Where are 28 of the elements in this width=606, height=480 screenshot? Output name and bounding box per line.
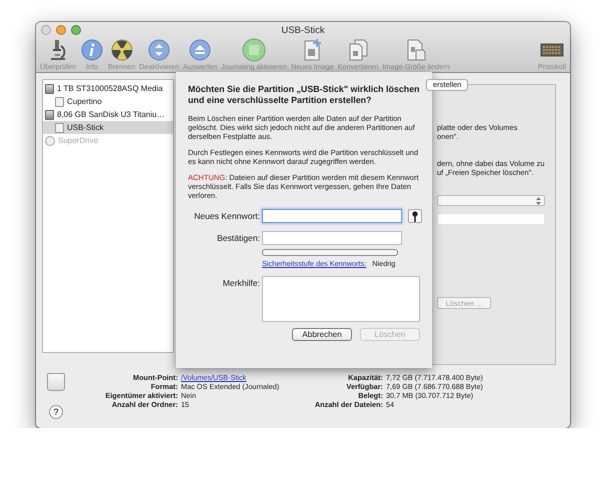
password-field[interactable] — [262, 209, 402, 223]
disc-icon — [242, 38, 266, 62]
key-button[interactable] — [408, 209, 422, 223]
sidebar-item[interactable]: 8,06 GB SanDisk U3 Titaniu… — [43, 108, 173, 121]
help-button[interactable]: ? — [49, 405, 63, 419]
eject-icon — [188, 38, 212, 62]
field-label: Merkhilfe: — [222, 277, 260, 290]
sidebar-item[interactable]: 1 TB ST31000528ASQ Media — [43, 82, 173, 95]
zoom-icon[interactable] — [71, 25, 81, 35]
hint-field[interactable] — [262, 276, 420, 322]
field-label: Bestätigen: — [216, 232, 260, 245]
text-field[interactable] — [437, 213, 545, 225]
disc-icon — [45, 136, 55, 146]
window-title: USB-Stick — [280, 24, 326, 36]
field-label: Neues Kennwort: — [193, 210, 260, 223]
minimize-icon[interactable] — [56, 25, 66, 35]
sidebar-item[interactable]: Cupertino — [43, 95, 173, 108]
radiation-icon — [110, 38, 134, 62]
sidebar-item[interactable]: USB-Stick — [43, 121, 173, 134]
info-icon — [80, 38, 104, 62]
up-down-arrows-icon — [536, 196, 541, 204]
close-icon[interactable] — [41, 25, 51, 35]
cancel-button[interactable]: Abbrechen — [292, 328, 352, 341]
popup-menu[interactable] — [437, 195, 545, 206]
up-down-arrows-icon — [147, 38, 172, 62]
dialog-title: Möchten Sie die Partition „USB-Stick" wirklich löschen und eine verschlüsselte Partition erstellen? — [188, 84, 421, 106]
drive-icon — [47, 373, 65, 391]
password-field[interactable] — [262, 231, 402, 245]
